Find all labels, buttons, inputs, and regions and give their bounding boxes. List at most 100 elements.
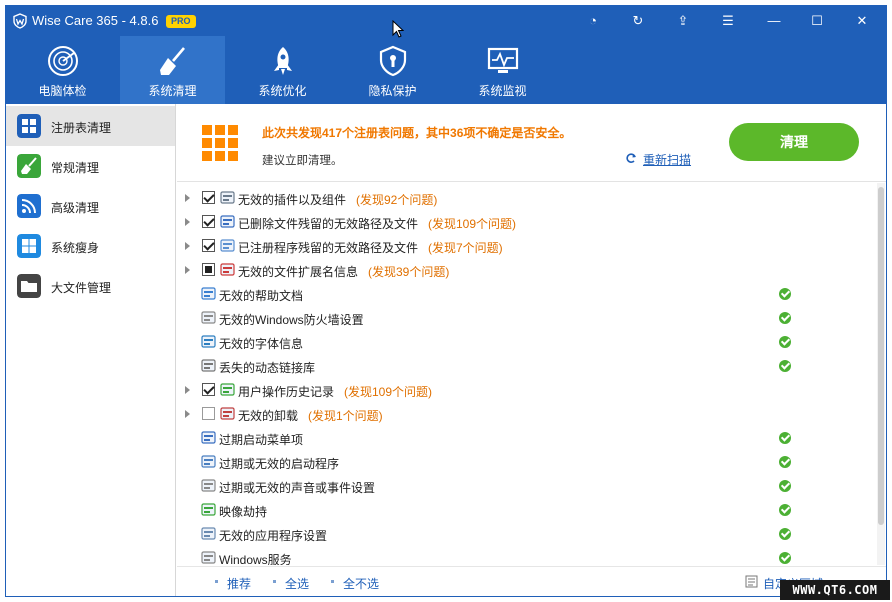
expand-arrow-icon[interactable] (185, 194, 190, 202)
ok-check-icon (779, 312, 791, 324)
list-item[interactable]: 无效的插件以及组件 (发现92个问题) (177, 186, 877, 210)
rescan-icon (626, 153, 636, 163)
close-icon: ✕ (856, 13, 868, 28)
mouse-cursor-icon (392, 20, 404, 38)
item-checkbox[interactable] (202, 383, 215, 396)
nav-tab-monitor[interactable]: 系统监视 (450, 36, 555, 104)
sidebar-item-label: 常规清理 (51, 161, 100, 175)
bullet-dot (215, 580, 218, 583)
minimize-button[interactable]: — (763, 11, 785, 31)
app-window: Wise Care 365 - 4.8.6 PRO ◔ ↻ ⇪ ☰ — ☐ ✕ 电脑体检 系… (5, 5, 887, 597)
shield-icon (379, 45, 407, 77)
list-item[interactable]: 过期启动菜单项 (177, 426, 877, 450)
nav-label: 系统监视 (478, 84, 527, 98)
item-label: 无效的应用程序设置 (219, 529, 328, 543)
list-item[interactable]: 丢失的动态链接库 (177, 354, 877, 378)
nav-tab-privacy[interactable]: 隐私保护 (340, 36, 445, 104)
bug-icon (201, 502, 216, 517)
expand-arrow-icon[interactable] (185, 266, 190, 274)
upload-button[interactable]: ⇪ (672, 11, 694, 31)
item-checkbox[interactable] (202, 407, 215, 420)
item-label: 无效的帮助文档 (219, 289, 304, 303)
refresh-icon: ↻ (632, 13, 644, 28)
list-item[interactable]: 无效的字体信息 (177, 330, 877, 354)
close-button[interactable]: ✕ (851, 11, 873, 31)
scrollbar[interactable] (877, 183, 885, 565)
list-item[interactable]: 已删除文件残留的无效路径及文件 (发现109个问题) (177, 210, 877, 234)
list-item[interactable]: 无效的文件扩展名信息 (发现39个问题) (177, 258, 877, 282)
help-doc-icon (201, 286, 216, 301)
nav-tab-cleanup[interactable]: 系统清理 (120, 36, 225, 104)
sidebar-item-label: 高级清理 (51, 201, 100, 215)
item-label: 过期或无效的声音或事件设置 (219, 481, 376, 495)
history-icon: ◔ (589, 13, 597, 28)
ok-check-icon (779, 528, 791, 540)
start-menu-icon (201, 430, 216, 445)
registry-issue-list: 无效的插件以及组件 (发现92个问题) 已删除文件残留的无效路径及文件 (发现109个… (177, 183, 886, 565)
sidebar-item-system-slim[interactable]: 系统瘦身 (6, 226, 175, 266)
item-checkbox[interactable] (202, 263, 215, 276)
item-label: 丢失的动态链接库 (219, 361, 316, 375)
upload-icon: ⇪ (677, 13, 689, 28)
refresh-button[interactable]: ↻ (627, 11, 649, 31)
sidebar-item-advanced-clean[interactable]: 高级清理 (6, 186, 175, 226)
list-item[interactable]: 无效的Windows防火墙设置 (177, 306, 877, 330)
ok-check-icon (779, 360, 791, 372)
ok-check-icon (779, 288, 791, 300)
list-item[interactable]: 已注册程序残留的无效路径及文件 (发现7个问题) (177, 234, 877, 258)
select-all-link[interactable]: 全选 (285, 575, 309, 592)
list-item[interactable]: 映像劫持 (177, 498, 877, 522)
select-none-link[interactable]: 全不选 (343, 575, 379, 592)
expand-arrow-icon[interactable] (185, 410, 190, 418)
expand-arrow-icon[interactable] (185, 386, 190, 394)
list-item[interactable]: 无效的卸载 (发现1个问题) (177, 402, 877, 426)
scrollbar-thumb[interactable] (878, 187, 884, 525)
menu-button[interactable]: ☰ (717, 11, 739, 31)
item-checkbox[interactable] (202, 215, 215, 228)
bullet-dot (331, 580, 334, 583)
maximize-icon: ☐ (811, 13, 823, 28)
list-item[interactable]: 无效的应用程序设置 (177, 522, 877, 546)
issue-count: (发现7个问题) (428, 241, 503, 255)
app-logo-icon (13, 13, 27, 29)
item-label: 已删除文件残留的无效路径及文件 (238, 217, 419, 231)
ok-check-icon (779, 432, 791, 444)
minimize-icon: — (767, 13, 781, 28)
ok-check-icon (779, 504, 791, 516)
list-item[interactable]: 过期或无效的声音或事件设置 (177, 474, 877, 498)
ok-check-icon (779, 456, 791, 468)
rescan-link[interactable]: 重新扫描 (643, 151, 691, 168)
sidebar-item-registry[interactable]: 注册表清理 (6, 106, 175, 146)
app-title: Wise Care 365 - 4.8.6 (32, 13, 159, 28)
history-button[interactable]: ◔ (582, 11, 604, 31)
nav-label: 隐私保护 (368, 84, 417, 98)
list-item[interactable]: 用户操作历史记录 (发现109个问题) (177, 378, 877, 402)
nav-tab-optimize[interactable]: 系统优化 (230, 36, 335, 104)
expand-arrow-icon[interactable] (185, 218, 190, 226)
ok-check-icon (779, 480, 791, 492)
list-item[interactable]: 无效的帮助文档 (177, 282, 877, 306)
gear-icon (201, 550, 216, 565)
issue-count: (发现92个问题) (356, 193, 438, 207)
item-checkbox[interactable] (202, 239, 215, 252)
extension-icon (220, 262, 235, 277)
issue-count: (发现39个问题) (368, 265, 450, 279)
item-label: 无效的卸载 (238, 409, 299, 423)
clean-button[interactable]: 清理 (729, 123, 859, 161)
maximize-button[interactable]: ☐ (806, 11, 828, 31)
nav-tab-checkup[interactable]: 电脑体检 (10, 36, 115, 104)
sidebar-item-common-clean[interactable]: 常规清理 (6, 146, 175, 186)
folder-icon (17, 274, 41, 298)
list-item[interactable]: 过期或无效的启动程序 (177, 450, 877, 474)
rocket-icon (274, 47, 292, 75)
nav-label: 电脑体检 (38, 84, 87, 98)
suggestion-text: 建议立即清理。 (262, 155, 343, 167)
expand-arrow-icon[interactable] (185, 242, 190, 250)
recommend-link[interactable]: 推荐 (227, 575, 251, 592)
sidebar-item-large-files[interactable]: 大文件管理 (6, 266, 175, 306)
windows-icon (17, 234, 41, 258)
item-checkbox[interactable] (202, 191, 215, 204)
sidebar-item-label: 注册表清理 (51, 121, 112, 135)
list-item[interactable]: Windows服务 (177, 546, 877, 565)
bullet-dot (273, 580, 276, 583)
